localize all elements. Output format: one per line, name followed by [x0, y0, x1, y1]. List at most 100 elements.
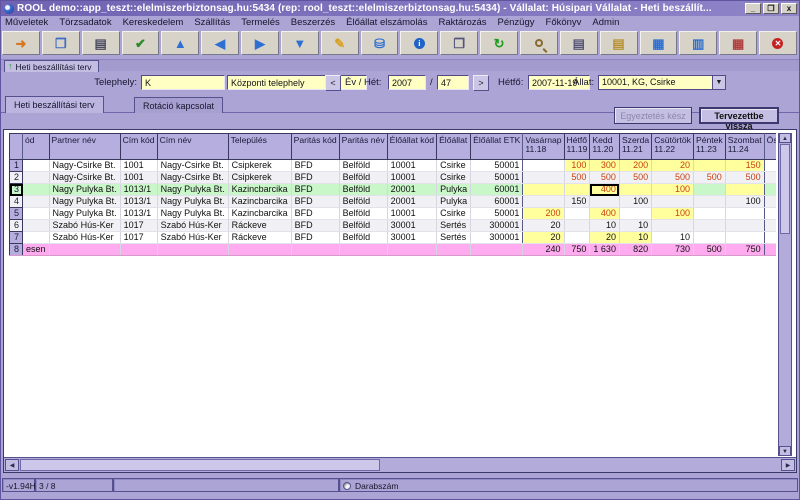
cell[interactable]: BFD [291, 232, 339, 244]
cell[interactable]: 1001 [120, 160, 157, 172]
cell[interactable]: Nagy Pulyka Bt. [157, 184, 228, 196]
cell[interactable]: Nagy Pulyka Bt. [49, 196, 120, 208]
row-number[interactable]: 6 [10, 220, 23, 232]
cell[interactable]: BFD [291, 208, 339, 220]
cell[interactable]: Kazincbarcika [228, 184, 291, 196]
table-row[interactable]: 4Nagy Pulyka Bt.1013/1Nagy Pulyka Bt.Kaz… [10, 196, 777, 208]
first-record-button[interactable]: ▲ [161, 31, 199, 55]
telephely-code-input[interactable] [141, 75, 225, 90]
day-cell[interactable]: 500 [590, 172, 620, 184]
cell[interactable]: Nagy Pulyka Bt. [49, 184, 120, 196]
cell[interactable]: 300001 [471, 220, 523, 232]
cell[interactable]: 1013/1 [120, 184, 157, 196]
day-cell[interactable]: 150 [725, 160, 764, 172]
cell[interactable] [23, 172, 50, 184]
menu-item-admin[interactable]: Admin [592, 17, 619, 28]
table-delete-button[interactable]: ▦ [719, 31, 757, 55]
day-cell[interactable]: 500 [725, 172, 764, 184]
cell[interactable]: Pulyka [437, 184, 471, 196]
scroll-up-icon[interactable]: ▲ [779, 133, 791, 143]
form-view-button[interactable]: ❐ [440, 31, 478, 55]
row-number[interactable]: 3 [10, 184, 23, 196]
cell[interactable]: Belföld [339, 184, 387, 196]
cell[interactable]: 30001 [387, 232, 436, 244]
cell[interactable]: 10001 [387, 160, 436, 172]
row-number[interactable]: 1 [10, 160, 23, 172]
menu-item-t-rzsadatok[interactable]: Törzsadatok [59, 17, 111, 28]
day-cell[interactable]: 500 [693, 172, 725, 184]
day-cell[interactable] [523, 160, 564, 172]
minimize-button[interactable]: _ [745, 3, 761, 14]
menu-item-f-k-nyv[interactable]: Főkönyv [546, 17, 582, 28]
day-cell[interactable] [652, 220, 694, 232]
day-cell[interactable] [693, 196, 725, 208]
cell[interactable]: Belföld [339, 220, 387, 232]
tab-rotacio-kapcsolat[interactable]: Rotáció kapcsolat [134, 97, 223, 113]
close-window-button[interactable]: ✕ [759, 31, 797, 55]
table-row[interactable]: 6Szabó Hús-Ker1017Szabó Hús-KerRáckeveBF… [10, 220, 777, 232]
cell[interactable]: BFD [291, 160, 339, 172]
cell[interactable]: 60001 [471, 196, 523, 208]
day-cell[interactable]: 200 [523, 208, 564, 220]
cell[interactable]: Ráckeve [228, 232, 291, 244]
total-cell[interactable]: 700 [764, 208, 776, 220]
day-cell[interactable] [564, 184, 590, 196]
menu-item-m-veletek[interactable]: Műveletek [5, 17, 48, 28]
cell[interactable] [23, 160, 50, 172]
day-cell[interactable] [523, 184, 564, 196]
cell[interactable]: Nagy-Csirke Bt. [157, 172, 228, 184]
horizontal-scrollbar[interactable]: ◀ ▶ [4, 457, 796, 472]
egyeztetes-kesz-button[interactable]: Egyeztetés kész [614, 107, 692, 124]
day-cell[interactable] [564, 232, 590, 244]
table-import-button[interactable]: ▥ [679, 31, 717, 55]
table-export-button[interactable]: ▦ [640, 31, 678, 55]
cell[interactable]: BFD [291, 184, 339, 196]
cell[interactable]: Csipkerek [228, 160, 291, 172]
cell[interactable]: Csirke [437, 160, 471, 172]
day-cell[interactable] [564, 220, 590, 232]
cell[interactable]: Belföld [339, 172, 387, 184]
save-button[interactable]: ▤ [82, 31, 120, 55]
commit-button[interactable]: ✔ [122, 31, 160, 55]
scroll-right-icon[interactable]: ▶ [781, 459, 795, 471]
day-cell[interactable]: 10 [652, 232, 694, 244]
menu-item-termel-s[interactable]: Termelés [241, 17, 280, 28]
restore-button[interactable]: ❐ [763, 3, 779, 14]
total-cell[interactable]: 3 000 [764, 172, 776, 184]
cell[interactable]: Belföld [339, 196, 387, 208]
cell[interactable]: 60001 [471, 184, 523, 196]
cell[interactable] [23, 232, 50, 244]
cell[interactable]: Kazincbarcika [228, 208, 291, 220]
cell[interactable]: 20001 [387, 184, 436, 196]
day-cell[interactable]: 20 [590, 232, 620, 244]
previous-week-button[interactable]: < [325, 75, 341, 91]
day-cell[interactable]: 400 [590, 184, 620, 196]
cell[interactable]: BFD [291, 172, 339, 184]
search-button[interactable] [520, 31, 558, 55]
table-row[interactable]: 1Nagy-Csirke Bt.1001Nagy-Csirke Bt.Csipk… [10, 160, 777, 172]
cell[interactable]: BFD [291, 220, 339, 232]
cell[interactable] [23, 184, 50, 196]
day-cell[interactable]: 500 [564, 172, 590, 184]
table-row[interactable]: 7Szabó Hús-Ker1017Szabó Hús-KerRáckeveBF… [10, 232, 777, 244]
day-cell[interactable] [693, 232, 725, 244]
cell[interactable]: Belföld [339, 232, 387, 244]
cell[interactable] [23, 220, 50, 232]
menu-item-p-nz-gy[interactable]: Pénzügy [498, 17, 535, 28]
day-cell[interactable]: 100 [652, 184, 694, 196]
day-cell[interactable] [523, 196, 564, 208]
cell[interactable]: Szabó Hús-Ker [157, 220, 228, 232]
table-row[interactable]: 3Nagy Pulyka Bt.1013/1Nagy Pulyka Bt.Kaz… [10, 184, 777, 196]
tab-heti-beszallitasi-terv[interactable]: Heti beszállítási terv [5, 96, 104, 113]
cell[interactable]: Nagy-Csirke Bt. [157, 160, 228, 172]
cell[interactable]: Nagy-Csirke Bt. [49, 160, 120, 172]
week-input[interactable] [437, 75, 469, 90]
vertical-scroll-thumb[interactable] [780, 144, 790, 234]
day-cell[interactable]: 400 [590, 208, 620, 220]
cell[interactable]: Kazincbarcika [228, 196, 291, 208]
day-cell[interactable]: 500 [619, 172, 651, 184]
cell[interactable]: Sertés [437, 232, 471, 244]
day-cell[interactable] [725, 220, 764, 232]
cell[interactable]: BFD [291, 196, 339, 208]
total-cell[interactable]: 60 [764, 232, 776, 244]
